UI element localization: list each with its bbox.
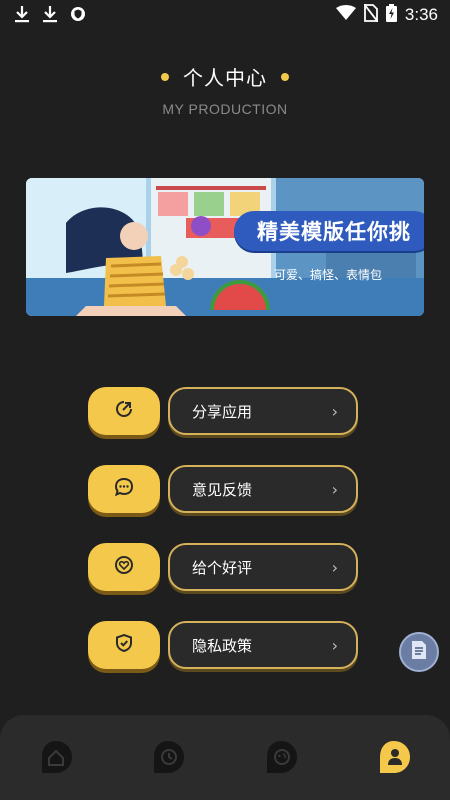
document-icon <box>411 640 427 664</box>
chevron-right-icon: › <box>331 557 338 577</box>
title-dot-right <box>281 72 289 81</box>
promo-banner[interactable]: 精美模版任你挑 可爱、搞怪、表情包 <box>26 178 424 316</box>
chevron-right-icon: › <box>331 479 338 499</box>
page-subtitle: MY PRODUCTION <box>162 101 288 117</box>
share-button[interactable] <box>88 387 160 435</box>
menu-label: 给个好评 <box>192 558 253 577</box>
battery-charging-icon <box>385 4 397 26</box>
nav-profile[interactable] <box>376 741 412 777</box>
heart-icon <box>114 555 134 579</box>
nav-discover[interactable] <box>263 741 299 777</box>
feedback-button[interactable] <box>88 465 160 513</box>
no-sim-icon <box>363 3 379 26</box>
privacy-policy-link[interactable]: 隐私政策 › <box>168 621 358 669</box>
bottom-nav <box>0 715 450 800</box>
menu-item-privacy[interactable]: 隐私政策 › <box>88 621 360 673</box>
chevron-right-icon: › <box>331 401 338 421</box>
feedback-icon <box>114 477 134 501</box>
banner-subtext: 可爱、搞怪、表情包 <box>274 268 383 282</box>
shield-icon <box>114 633 134 657</box>
feedback-link[interactable]: 意见反馈 › <box>168 465 358 513</box>
profile-icon <box>376 739 412 779</box>
wifi-icon <box>335 5 356 25</box>
page-title: 个人中心 <box>183 66 267 90</box>
download-icon <box>42 5 58 27</box>
title-dot-left <box>161 72 169 81</box>
floating-document-button[interactable] <box>399 632 439 672</box>
banner-headline: 精美模版任你挑 <box>234 211 424 251</box>
nav-history[interactable] <box>150 741 186 777</box>
menu-item-rate[interactable]: 给个好评 › <box>88 543 360 595</box>
rate-button[interactable] <box>88 543 160 591</box>
status-time: 3:36 <box>404 5 438 24</box>
share-app-link[interactable]: 分享应用 › <box>168 387 358 435</box>
page-header: 个人中心 MY PRODUCTION <box>0 62 450 117</box>
status-bar: 3:36 <box>0 0 450 30</box>
menu-item-share[interactable]: 分享应用 › <box>88 387 360 439</box>
shield-notification-icon <box>70 6 86 26</box>
share-icon <box>115 400 133 422</box>
privacy-button[interactable] <box>88 621 160 669</box>
menu-item-feedback[interactable]: 意见反馈 › <box>88 465 360 517</box>
clock-icon <box>150 739 186 779</box>
rate-app-link[interactable]: 给个好评 › <box>168 543 358 591</box>
menu-label: 分享应用 <box>192 402 253 421</box>
menu-label: 隐私政策 <box>192 636 253 655</box>
chevron-right-icon: › <box>331 635 338 655</box>
nav-home[interactable] <box>38 741 74 777</box>
download-icon <box>14 5 30 27</box>
face-icon <box>263 739 299 779</box>
menu-label: 意见反馈 <box>192 480 253 499</box>
home-icon <box>38 739 74 779</box>
